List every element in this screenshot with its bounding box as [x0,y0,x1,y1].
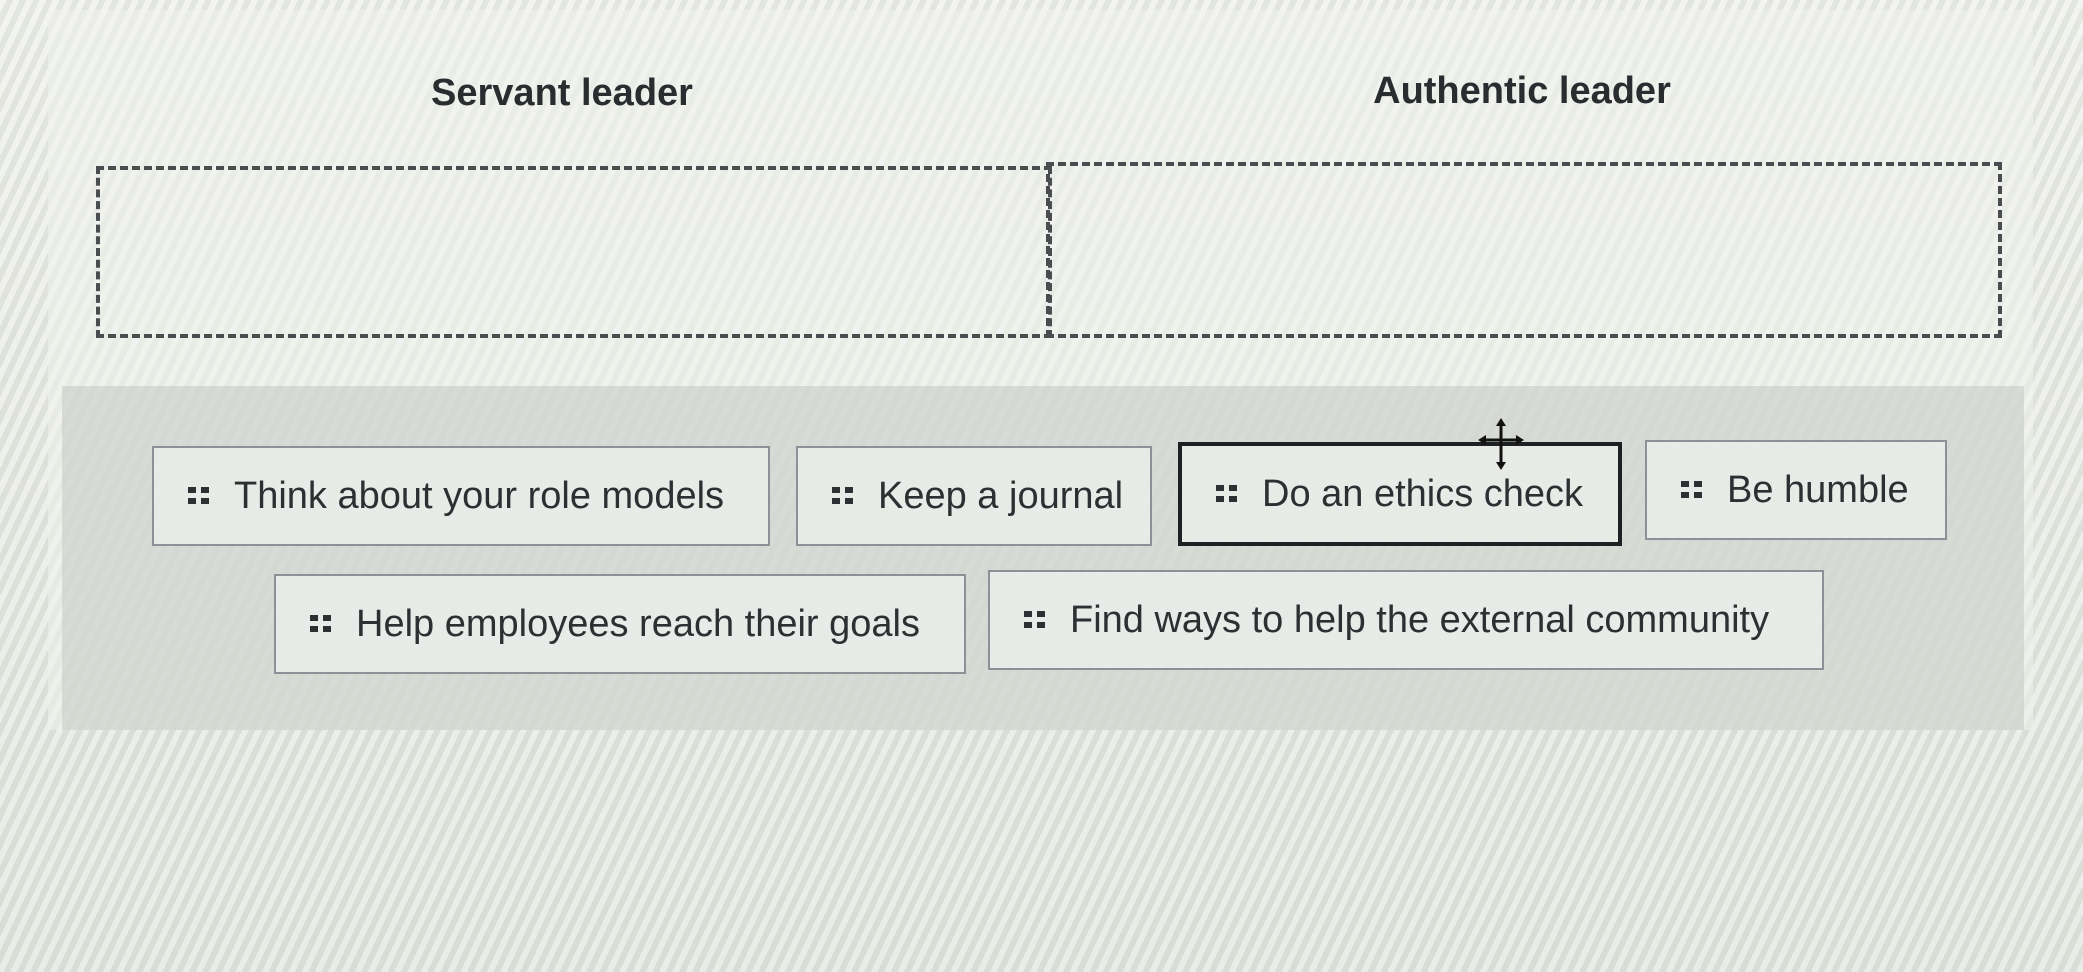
draggable-item-external-community[interactable]: Find ways to help the external community [988,570,1824,670]
drag-handle-icon [832,487,853,504]
drag-handle-icon [1216,485,1237,502]
draggable-item-help-employees[interactable]: Help employees reach their goals [274,574,966,674]
item-label: Be humble [1727,468,1909,511]
draggable-item-journal[interactable]: Keep a journal [796,446,1152,546]
item-bank [62,386,2024,730]
drag-handle-icon [310,615,331,632]
item-label: Keep a journal [878,474,1124,517]
dropzone-servant-leader[interactable] [96,166,1052,338]
item-label: Think about your role models [234,474,725,517]
item-label: Do an ethics check [1262,472,1584,515]
category-header-servant-leader: Servant leader [431,72,693,114]
move-cursor-icon [1478,418,1524,470]
draggable-item-role-models[interactable]: Think about your role models [152,446,770,546]
item-label: Find ways to help the external community [1070,598,1770,641]
category-header-authentic-leader: Authentic leader [1373,70,1671,112]
drag-handle-icon [188,487,209,504]
draggable-item-ethics-check[interactable]: Do an ethics check [1178,442,1622,546]
drag-handle-icon [1024,611,1045,628]
draggable-item-be-humble[interactable]: Be humble [1645,440,1947,540]
item-label: Help employees reach their goals [356,602,920,645]
dropzone-authentic-leader[interactable] [1046,162,2002,338]
drag-handle-icon [1681,481,1702,498]
